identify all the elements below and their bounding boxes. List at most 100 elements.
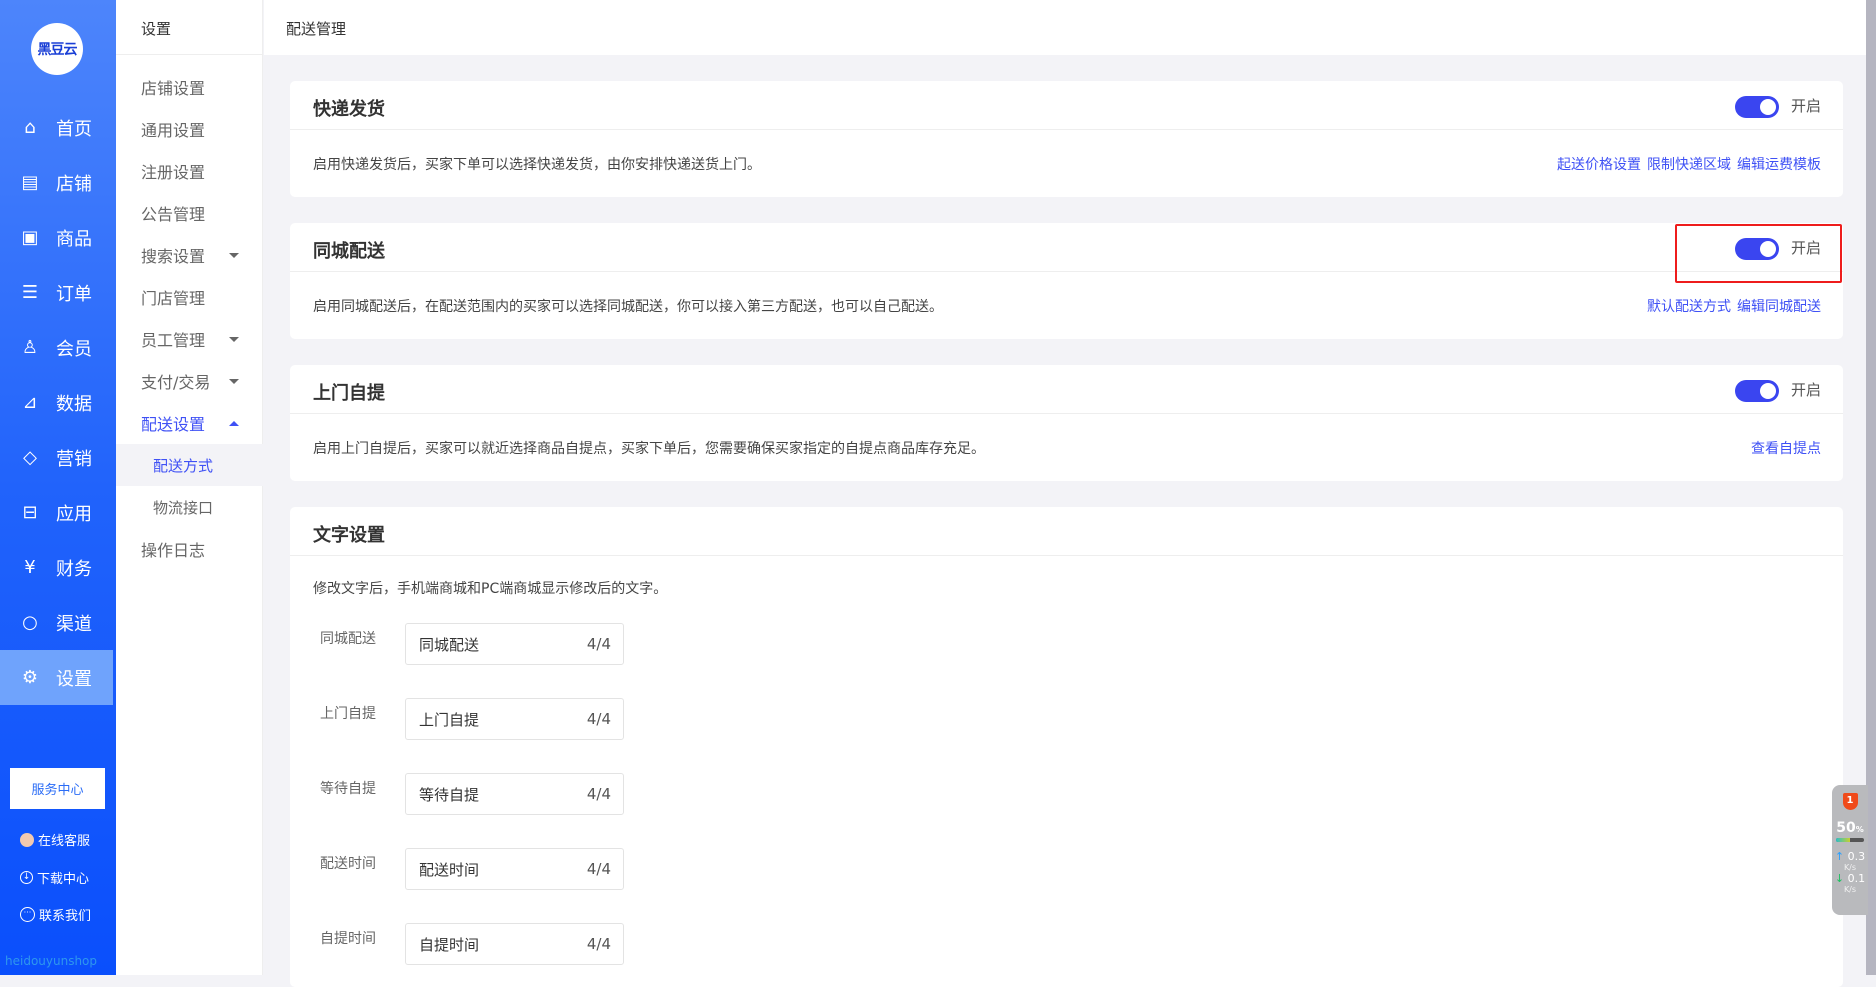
toggle-label: 开启 <box>1790 97 1821 115</box>
text-setting-row: 等待自提 等待自提 4/4 <box>320 773 624 815</box>
delivery-card: 上门自提 开启 启用上门自提后，买家可以就近选择商品自提点，买家下单后，您需要确… <box>290 365 1843 481</box>
delivery-card: 同城配送 开启 启用同城配送后，在配送范围内的买家可以选择同城配送，你可以接入第… <box>290 223 1843 339</box>
field-label: 等待自提 <box>320 781 376 797</box>
text-setting-row: 同城配送 同城配送 4/4 <box>320 623 624 665</box>
submenu-item[interactable]: 通用设置 <box>116 108 263 150</box>
watermark: heidouyunshop <box>5 954 98 968</box>
shield-icon: 1 <box>1842 793 1858 810</box>
sidebar-item-user[interactable]: ♙ 会员 <box>0 320 116 375</box>
char-count: 4/4 <box>586 710 611 728</box>
submenu-item[interactable]: 注册设置 <box>116 150 263 192</box>
download-speed: 0.1 <box>1847 872 1866 885</box>
field-label: 同城配送 <box>320 631 376 647</box>
enable-toggle[interactable] <box>1735 96 1779 118</box>
text-input[interactable]: 自提时间 4/4 <box>405 923 624 965</box>
submenu-item[interactable]: 公告管理 <box>116 192 263 234</box>
finance-icon: ¥ <box>24 557 36 578</box>
chevron-down-icon <box>229 378 239 384</box>
online-service-link[interactable]: 在线客服 <box>20 830 90 849</box>
sidebar-item-goods[interactable]: ▣ 商品 <box>0 210 116 265</box>
tag-icon: ◇ <box>23 447 37 468</box>
card-title: 文字设置 <box>290 507 1843 556</box>
card-link[interactable]: 默认配送方式 <box>1647 296 1731 316</box>
user-icon: ♙ <box>21 337 39 358</box>
card-desc: 启用上门自提后，买家可以就近选择商品自提点，买家下单后，您需要确保买家指定的自提… <box>313 441 985 457</box>
submenu-item[interactable]: 操作日志 <box>116 528 263 570</box>
avatar-icon <box>20 832 34 847</box>
card-link[interactable]: 起送价格设置 <box>1557 154 1641 174</box>
enable-toggle[interactable] <box>1735 380 1779 402</box>
sidebar-item-box[interactable]: ⊟ 应用 <box>0 485 116 540</box>
submenu-item[interactable]: 配送方式 <box>116 444 263 486</box>
text-input[interactable]: 上门自提 4/4 <box>405 698 624 740</box>
chevron-down-icon <box>229 336 239 342</box>
box-icon: ⊟ <box>22 502 38 523</box>
char-count: 4/4 <box>586 935 611 953</box>
upload-speed: 0.3 <box>1847 850 1866 863</box>
field-label: 配送时间 <box>320 856 376 872</box>
text-input[interactable]: 等待自提 4/4 <box>405 773 624 815</box>
highlight-box <box>1675 224 1842 283</box>
card-link[interactable]: 限制快递区域 <box>1647 154 1731 174</box>
chevron-down-icon <box>229 252 239 258</box>
download-icon: ↓ <box>20 871 33 884</box>
submenu-item[interactable]: 店铺设置 <box>116 66 263 108</box>
order-icon: ☰ <box>21 282 39 303</box>
submenu-item[interactable]: 配送设置 <box>116 402 263 444</box>
card-title: 同城配送 <box>313 241 385 262</box>
goods-icon: ▣ <box>21 227 39 248</box>
sidebar-item-store[interactable]: ▤ 店铺 <box>0 155 116 210</box>
submenu-item[interactable]: 搜索设置 <box>116 234 263 276</box>
text-input[interactable]: 配送时间 4/4 <box>405 848 624 890</box>
cpu-percent: 50 <box>1836 820 1856 836</box>
toggle-label: 开启 <box>1790 381 1821 399</box>
submenu-item[interactable]: 物流接口 <box>116 486 263 528</box>
char-count: 4/4 <box>586 785 611 803</box>
char-count: 4/4 <box>586 860 611 878</box>
sidebar-item-finance[interactable]: ¥ 财务 <box>0 540 116 595</box>
channel-icon: ○ <box>22 612 38 633</box>
logo: 黑豆云 <box>31 23 83 75</box>
card-desc: 启用同城配送后，在配送范围内的买家可以选择同城配送，你可以接入第三方配送，也可以… <box>313 299 943 315</box>
store-icon: ▤ <box>21 172 39 193</box>
contact-us-link[interactable]: ··· 联系我们 <box>20 905 91 924</box>
field-label: 自提时间 <box>320 931 376 947</box>
submenu-title: 设置 <box>116 0 263 55</box>
download-center-link[interactable]: ↓ 下载中心 <box>20 868 89 887</box>
card-link[interactable]: 查看自提点 <box>1751 438 1821 458</box>
text-setting-row: 自提时间 自提时间 4/4 <box>320 923 624 965</box>
usage-bar <box>1836 838 1864 842</box>
text-input[interactable]: 同城配送 4/4 <box>405 623 624 665</box>
chevron-up-icon <box>229 420 239 426</box>
sidebar-item-gear[interactable]: ⚙ 设置 <box>0 650 113 705</box>
submenu-item[interactable]: 支付/交易 <box>116 360 263 402</box>
sidebar-item-channel[interactable]: ○ 渠道 <box>0 595 116 650</box>
submenu-item[interactable]: 员工管理 <box>116 318 263 360</box>
submenu: 设置 店铺设置 通用设置 注册设置 公告管理 搜索设置 门店管理 员工管理 支付/交易 配送设置… <box>116 0 263 975</box>
text-settings-card: 文字设置 修改文字后，手机端商城和PC端商城显示修改后的文字。 <box>290 507 1843 987</box>
sidebar-item-tag[interactable]: ◇ 营销 <box>0 430 116 485</box>
gear-icon: ⚙ <box>21 667 39 688</box>
network-monitor-widget[interactable]: 1 50% ↑ 0.3 K/s ↓ 0.1 K/s <box>1832 785 1868 915</box>
text-setting-row: 上门自提 上门自提 4/4 <box>320 698 624 740</box>
delivery-card: 快递发货 开启 启用快递发货后，买家下单可以选择快递发货，由你安排快递送货上门。… <box>290 81 1843 197</box>
submenu-item[interactable]: 门店管理 <box>116 276 263 318</box>
sidebar-item-order[interactable]: ☰ 订单 <box>0 265 116 320</box>
card-desc: 启用快递发货后，买家下单可以选择快递发货，由你安排快递送货上门。 <box>313 157 761 173</box>
home-icon: ⌂ <box>24 117 36 138</box>
card-link[interactable]: 编辑运费模板 <box>1737 154 1821 174</box>
page-title: 配送管理 <box>286 20 347 38</box>
card-title: 上门自提 <box>313 383 385 404</box>
sidebar-item-chart[interactable]: ⊿ 数据 <box>0 375 116 430</box>
text-setting-row: 配送时间 配送时间 4/4 <box>320 848 624 890</box>
char-count: 4/4 <box>586 635 611 653</box>
sidebar-item-home[interactable]: ⌂ 首页 <box>0 100 116 155</box>
page-header: 配送管理 <box>264 0 1866 55</box>
card-link[interactable]: 编辑同城配送 <box>1737 296 1821 316</box>
service-center-button[interactable]: 服务中心 <box>10 768 105 809</box>
chart-icon: ⊿ <box>22 392 38 413</box>
chat-icon: ··· <box>20 907 35 922</box>
field-label: 上门自提 <box>320 706 376 722</box>
sidebar: 黑豆云 ⌂ 首页 ▤ 店铺 ▣ 商品 ☰ 订单 ♙ 会员 ⊿ 数据 ◇ 营销 ⊟ 应用 ¥ 财务 ○ 渠道 ⚙ 设置 服务… <box>0 0 116 975</box>
card-title: 快递发货 <box>313 99 385 120</box>
